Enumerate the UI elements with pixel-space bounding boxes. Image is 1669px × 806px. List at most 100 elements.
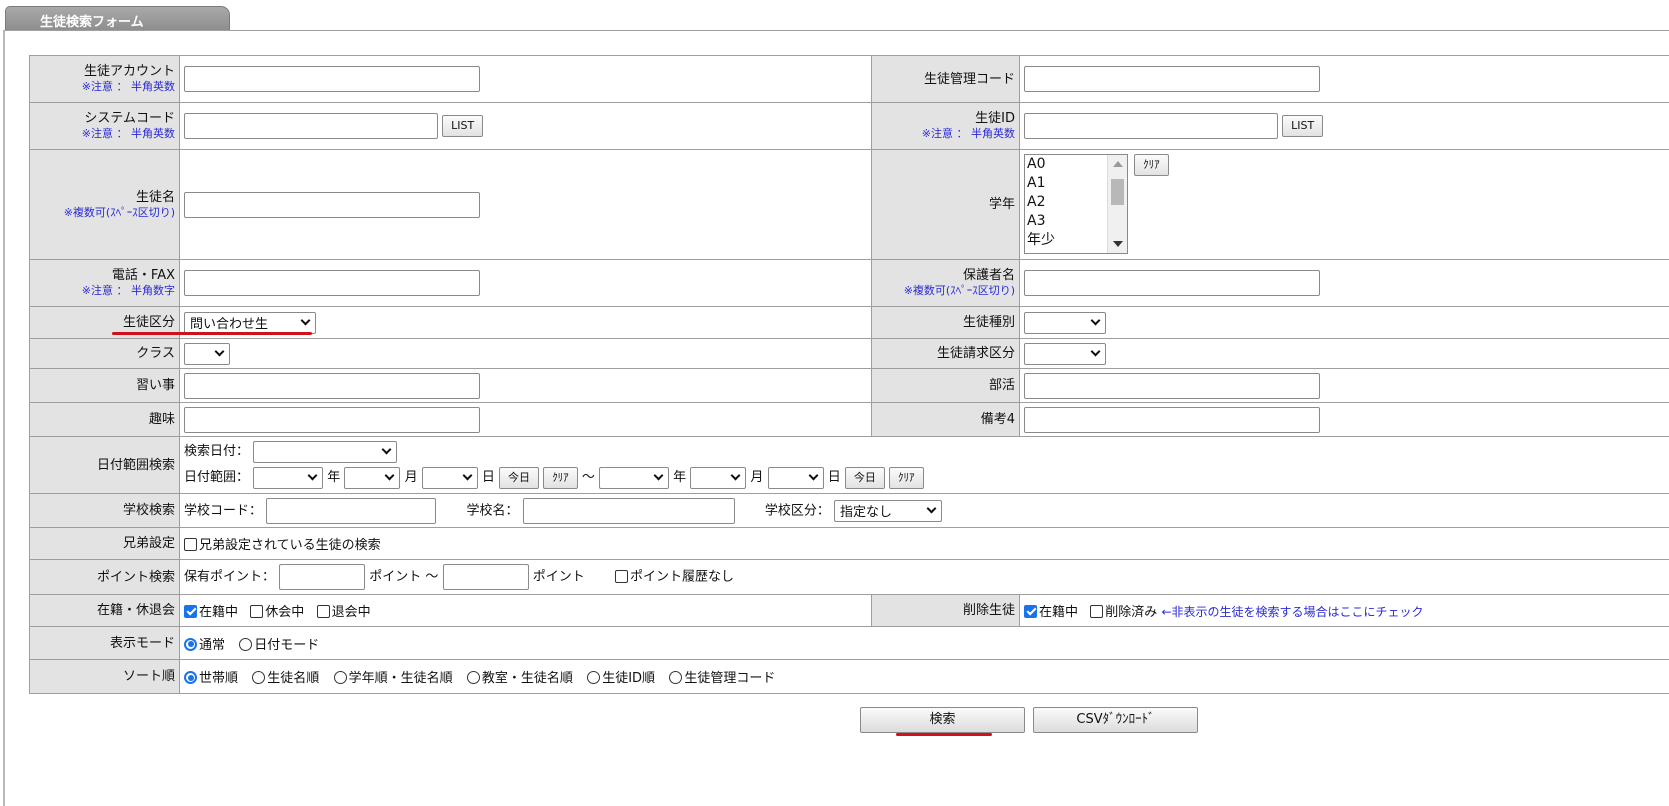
chevron-down-icon <box>1090 346 1101 357</box>
no-point-history-label: ポイント履歴なし <box>630 569 735 585</box>
label-point-search: ポイント検索 <box>29 559 180 595</box>
club-input[interactable] <box>1024 372 1320 399</box>
student-account-input[interactable] <box>184 66 480 92</box>
to-day-select[interactable] <box>767 466 824 489</box>
note-student-name: ※複数可(ｽﾍﾟｰｽ区切り) <box>63 205 175 219</box>
day-label: 日 <box>481 470 495 485</box>
grade-clear-button[interactable]: ｸﾘｱ <box>1134 154 1169 176</box>
grade-listbox-scrollbar[interactable] <box>1107 155 1127 253</box>
school-code-label: 学校コード： <box>184 503 263 518</box>
scroll-down-arrow-icon[interactable] <box>1113 241 1123 247</box>
note-guardian: ※複数可(ｽﾍﾟｰｽ区切り) <box>903 284 1015 297</box>
class-select[interactable] <box>184 342 230 365</box>
student-name-input[interactable] <box>184 191 480 218</box>
label-class: クラス <box>29 338 180 369</box>
guardian-name-input[interactable] <box>1024 270 1320 296</box>
points-to-input[interactable] <box>442 564 529 590</box>
withdrawn-checkbox[interactable] <box>316 605 330 618</box>
chevron-down-icon <box>307 470 318 481</box>
note-phone: ※注意 ： 半角数字 <box>81 284 175 297</box>
sort-option-label: 教室・生徒名順 <box>481 671 573 686</box>
sort-mgmt-code-radio[interactable] <box>669 671 683 684</box>
chevron-down-icon <box>730 470 741 481</box>
point-unit-label: ポイント <box>532 569 585 585</box>
phone-fax-input[interactable] <box>184 270 480 296</box>
highlight-underline-search <box>896 733 992 736</box>
sort-student-id-radio[interactable] <box>587 671 601 684</box>
form-tab: 生徒検索フォーム <box>5 6 230 30</box>
chevron-down-icon <box>385 470 395 481</box>
sort-student-name-radio[interactable] <box>252 671 266 684</box>
hobby-input[interactable] <box>184 406 480 433</box>
label-grade: 学年 <box>871 149 1020 260</box>
from-month-select[interactable] <box>344 466 401 489</box>
enrolled-label: 在籍中 <box>199 605 239 620</box>
from-today-button[interactable]: 今日 <box>499 466 540 489</box>
sibling-checkbox[interactable] <box>184 538 197 551</box>
search-button[interactable]: 検索 <box>860 707 1025 733</box>
sort-classroom-name-radio[interactable] <box>466 671 480 684</box>
from-year-select[interactable] <box>253 466 324 489</box>
student-type-select[interactable] <box>1024 311 1106 334</box>
on-leave-checkbox[interactable] <box>250 605 264 618</box>
label-sibling-setting: 兄弟設定 <box>29 527 180 560</box>
display-mode-date-radio[interactable] <box>239 637 253 651</box>
student-division-select[interactable]: 問い合わせ生 <box>184 311 316 334</box>
school-code-input[interactable] <box>266 497 437 524</box>
from-day-select[interactable] <box>421 466 478 489</box>
lessons-input[interactable] <box>184 372 480 399</box>
to-clear-button[interactable]: ｸﾘｱ <box>889 466 924 489</box>
month-label: 月 <box>404 470 418 485</box>
points-from-input[interactable] <box>279 564 366 590</box>
note-account: ※注意 ： 半角英数 <box>81 80 175 93</box>
no-point-history-checkbox[interactable] <box>615 569 629 583</box>
system-code-list-button[interactable]: LIST <box>442 115 484 137</box>
label-lessons: 習い事 <box>29 368 180 403</box>
scroll-thumb[interactable] <box>1111 179 1124 205</box>
mgmt-code-input[interactable] <box>1024 66 1320 92</box>
sort-household-radio[interactable] <box>184 671 197 684</box>
from-clear-button[interactable]: ｸﾘｱ <box>543 466 578 489</box>
note-student-id: ※注意 ： 半角英数 <box>921 127 1015 140</box>
display-mode-date-label: 日付モード <box>254 637 320 653</box>
chevron-down-icon <box>653 470 664 481</box>
display-mode-normal-radio[interactable] <box>184 637 197 651</box>
deleted-label: 削除済み <box>1105 605 1158 620</box>
to-year-select[interactable] <box>598 466 669 489</box>
chevron-down-icon <box>1090 315 1101 326</box>
school-name-label: 学校名： <box>466 503 519 518</box>
label-system-code: システムコード ※注意 ： 半角英数 <box>29 102 180 150</box>
sibling-checkbox-label: 兄弟設定されている生徒の検索 <box>199 538 381 553</box>
sort-option-label: 世帯順 <box>199 671 239 686</box>
label-date-range-search: 日付範囲検索 <box>29 436 180 494</box>
search-date-select[interactable] <box>253 440 398 463</box>
remarks4-input[interactable] <box>1024 406 1320 433</box>
deleted-enrolled-label: 在籍中 <box>1039 605 1079 620</box>
grade-listbox[interactable]: A0 A1 A2 A3 年少 <box>1024 154 1128 254</box>
scroll-up-arrow-icon[interactable] <box>1113 161 1123 167</box>
deleted-checkbox[interactable] <box>1090 605 1104 618</box>
enrolled-checkbox[interactable] <box>184 605 197 618</box>
label-club: 部活 <box>871 368 1020 403</box>
chevron-down-icon <box>926 503 937 514</box>
search-date-label: 検索日付： <box>184 444 250 459</box>
system-code-input[interactable] <box>184 113 438 139</box>
to-today-button[interactable]: 今日 <box>844 466 885 489</box>
school-name-input[interactable] <box>522 497 735 524</box>
school-division-select[interactable]: 指定なし <box>834 499 943 522</box>
to-month-select[interactable] <box>690 466 747 489</box>
chevron-down-icon <box>381 444 392 455</box>
search-form-table: 生徒アカウント ※注意 ： 半角英数 生徒管理コード システムコード ※注意 ：… <box>29 55 1669 694</box>
label-hobby: 趣味 <box>29 402 180 437</box>
range-tilde: ～ <box>581 470 595 485</box>
student-id-input[interactable] <box>1024 113 1278 139</box>
chevron-down-icon <box>808 470 819 481</box>
chevron-down-icon <box>214 346 225 357</box>
billing-division-select[interactable] <box>1024 342 1106 365</box>
student-id-list-button[interactable]: LIST <box>1282 115 1324 137</box>
deleted-enrolled-checkbox[interactable] <box>1024 605 1037 618</box>
csv-download-button[interactable]: CSVﾀﾞｳﾝﾛｰﾄﾞ <box>1033 707 1198 733</box>
sort-grade-name-radio[interactable] <box>333 671 347 684</box>
label-student-id: 生徒ID ※注意 ： 半角英数 <box>871 102 1020 150</box>
school-division-label: 学校区分： <box>764 503 830 518</box>
